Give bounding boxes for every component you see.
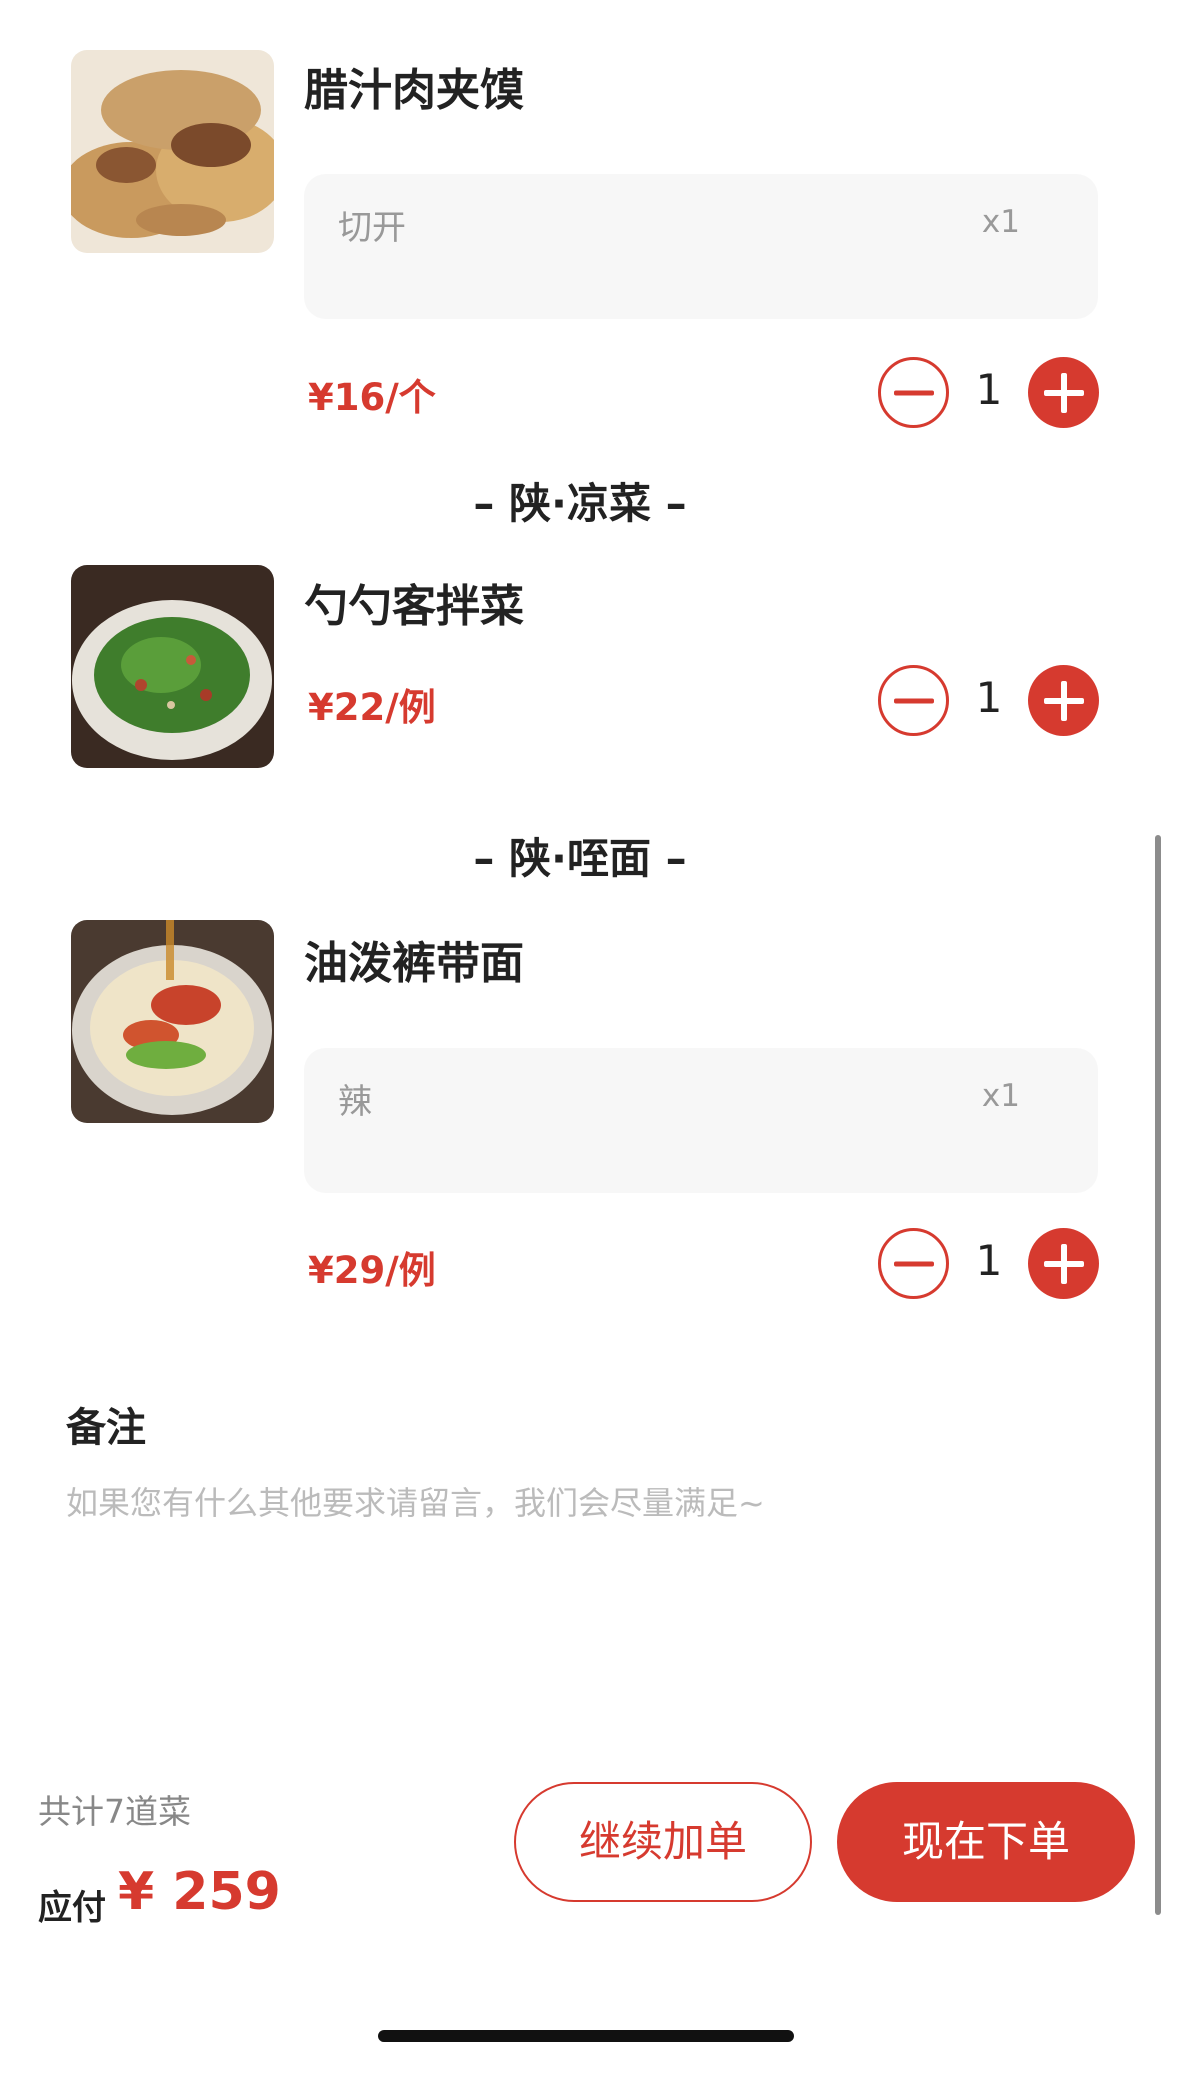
pay-amount: ¥ 259 bbox=[118, 1862, 281, 1922]
scrollbar[interactable] bbox=[1155, 835, 1161, 1915]
dish-option-text: 辣 bbox=[338, 1082, 372, 1122]
dish-name: 油泼裤带面 bbox=[304, 938, 524, 989]
dish-option-box[interactable]: 辣 x1 bbox=[304, 1048, 1098, 1193]
section-title-cold-dishes: – 陕·凉菜 – bbox=[473, 479, 687, 528]
increase-quantity-button[interactable] bbox=[1028, 665, 1099, 736]
decrease-quantity-button[interactable] bbox=[878, 357, 949, 428]
quantity-value: 1 bbox=[975, 1236, 1003, 1285]
place-order-button[interactable]: 现在下单 bbox=[837, 1782, 1135, 1902]
remark-input[interactable]: 如果您有什么其他要求请留言，我们会尽量满足~ bbox=[66, 1478, 765, 1524]
dish-price: ¥16/个 bbox=[308, 376, 436, 419]
increase-quantity-button[interactable] bbox=[1028, 357, 1099, 428]
dish-image-youpo-noodle bbox=[71, 920, 274, 1123]
dish-option-qty: x1 bbox=[981, 204, 1020, 240]
dish-name: 勺勺客拌菜 bbox=[304, 581, 524, 632]
dish-option-qty: x1 bbox=[981, 1078, 1020, 1114]
dish-price: ¥22/例 bbox=[308, 686, 436, 729]
pay-label: 应付 bbox=[38, 1888, 106, 1928]
decrease-quantity-button[interactable] bbox=[878, 665, 949, 736]
remark-title: 备注 bbox=[66, 1405, 146, 1451]
dish-option-text: 切开 bbox=[338, 208, 406, 248]
dish-price: ¥29/例 bbox=[308, 1249, 436, 1292]
quantity-value: 1 bbox=[975, 673, 1003, 722]
dish-image-bancai bbox=[71, 565, 274, 768]
home-indicator[interactable] bbox=[378, 2030, 794, 2042]
dish-count: 共计7道菜 bbox=[38, 1792, 191, 1831]
dish-name: 腊汁肉夹馍 bbox=[304, 65, 524, 116]
dish-image-roujiamo bbox=[71, 50, 274, 253]
decrease-quantity-button[interactable] bbox=[878, 1228, 949, 1299]
dish-option-box[interactable]: 切开 x1 bbox=[304, 174, 1098, 319]
continue-ordering-button[interactable]: 继续加单 bbox=[514, 1782, 812, 1902]
quantity-value: 1 bbox=[975, 365, 1003, 414]
increase-quantity-button[interactable] bbox=[1028, 1228, 1099, 1299]
section-title-noodles: – 陕·咥面 – bbox=[473, 834, 687, 883]
